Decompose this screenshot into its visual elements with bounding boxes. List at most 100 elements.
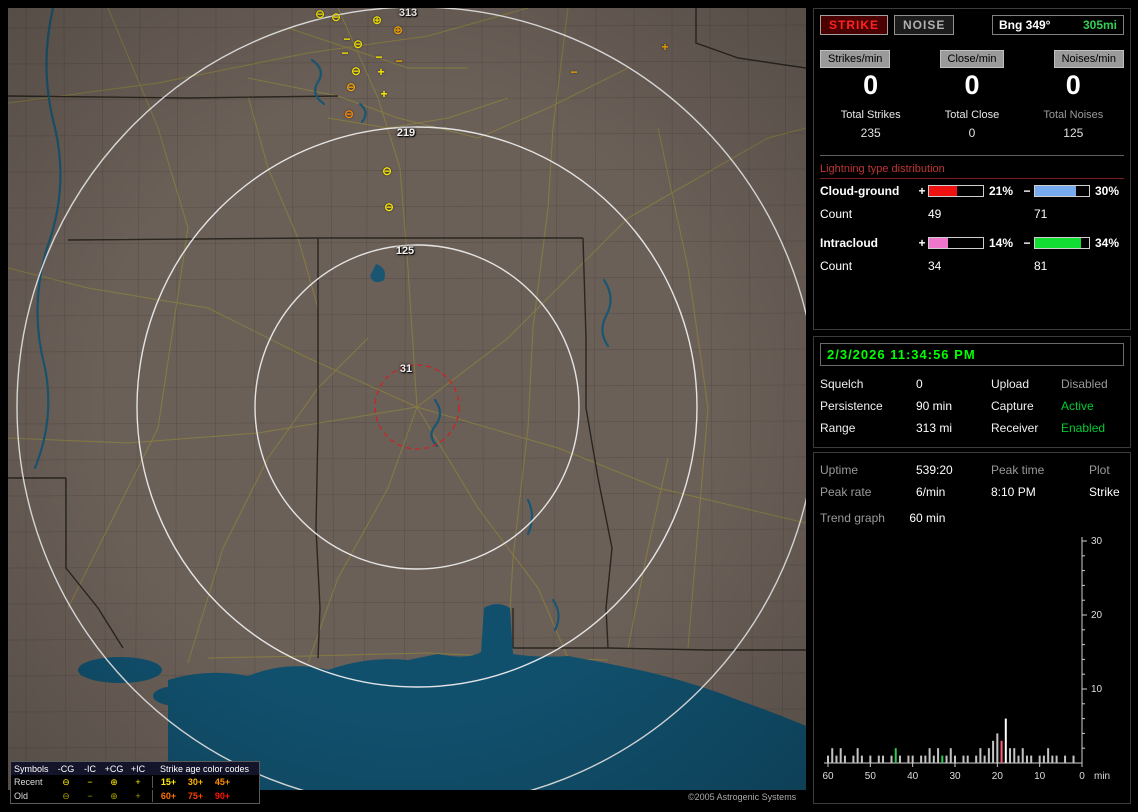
ic-pos-pct: 14% xyxy=(989,236,1014,250)
noises-per-min-value: 0 xyxy=(1065,70,1081,100)
strike-symbol-icon: ⊖ xyxy=(330,10,342,24)
map-canvas[interactable]: 313 219 125 31 ⊖ ⊖ ⊕ ⊕ − ⊖ − − − ⊖ + ⊖ + ⊖ − + ⊖ ⊖ xyxy=(8,8,806,790)
range-ring-label: 313 xyxy=(398,8,418,19)
x-tick-label: 20 xyxy=(992,771,1004,782)
plus-sign: + xyxy=(918,236,926,250)
trend-bar xyxy=(920,755,923,763)
trend-bar xyxy=(1055,755,1058,763)
y-tick-label: 20 xyxy=(1091,610,1103,621)
intracloud-count-row: Count 34 81 xyxy=(820,255,1124,277)
age-code: 15+ xyxy=(160,777,177,787)
strike-symbol-icon: − xyxy=(395,54,403,68)
trend-bar xyxy=(839,748,842,763)
trend-bar xyxy=(1004,718,1007,763)
trend-bar xyxy=(941,755,944,763)
ic-neg-pct: 34% xyxy=(1095,236,1120,250)
cg-pos-count: 49 xyxy=(928,207,942,221)
strikes-per-min-button[interactable]: Strikes/min xyxy=(820,50,891,68)
plus-sign: + xyxy=(918,184,926,198)
ic-pos-icon: + xyxy=(135,791,141,801)
receiver-label: Receiver xyxy=(991,421,1039,435)
cg-neg-count: 71 xyxy=(1034,207,1048,221)
y-tick-label: 30 xyxy=(1091,536,1103,547)
legend-col-cg-neg: -CG xyxy=(57,763,75,774)
upload-value: Disabled xyxy=(1061,377,1108,391)
total-strikes-label: Total Strikes xyxy=(840,109,901,121)
strike-symbol-icon: ⊕ xyxy=(392,23,404,37)
age-code: 30+ xyxy=(187,777,204,787)
strike-symbol-icon: + xyxy=(377,65,385,79)
trend-bar xyxy=(898,755,901,763)
trend-bar xyxy=(962,755,965,763)
close-per-min-button[interactable]: Close/min xyxy=(939,50,1005,68)
strike-symbol-icon: − xyxy=(343,32,351,46)
trend-bar xyxy=(907,755,910,763)
datetime-display: 2/3/2026 11:34:56 PM xyxy=(820,343,1124,366)
total-close-value: 0 xyxy=(968,126,976,140)
cg-pos-icon: ⊕ xyxy=(110,776,118,787)
cg-pos-pct: 21% xyxy=(989,184,1014,198)
trend-bar xyxy=(928,748,931,763)
map-svg xyxy=(8,8,806,790)
noise-button[interactable]: NOISE xyxy=(894,15,955,35)
minus-sign: − xyxy=(1023,236,1031,250)
range-ring-label: 219 xyxy=(396,127,416,139)
trend-bar xyxy=(860,755,863,763)
trend-bar xyxy=(835,755,838,763)
x-axis-unit: min xyxy=(1094,771,1110,782)
ic-neg-icon: − xyxy=(87,791,93,801)
trend-chart: 10 20 30 60 50 40 30 20 10 0 min xyxy=(822,536,1110,782)
trend-bar xyxy=(843,755,846,763)
squelch-value: 0 xyxy=(916,377,923,391)
ic-pos-count: 34 xyxy=(928,259,942,273)
trend-bar xyxy=(827,755,829,763)
trend-bar xyxy=(890,755,893,763)
strike-button[interactable]: STRIKE xyxy=(820,15,889,35)
cg-neg-icon: ⊖ xyxy=(62,790,70,801)
legend: Symbols -CG -IC +CG +IC Strike age color… xyxy=(10,761,260,804)
ic-neg-icon: − xyxy=(87,777,93,787)
trend-bar xyxy=(1072,755,1075,763)
uptime-label: Uptime xyxy=(820,463,859,477)
trend-bar xyxy=(852,755,855,763)
trend-bar xyxy=(992,740,995,763)
x-tick-label: 40 xyxy=(907,771,919,782)
cg-pos-bar xyxy=(928,185,984,197)
peaktime-label: Peak time xyxy=(991,463,1045,477)
cloud-ground-row: Cloud-ground + 21% − 30% xyxy=(820,179,1124,203)
strike-symbol-icon: ⊖ xyxy=(383,200,395,214)
legend-col-ic-pos: +IC xyxy=(130,763,146,774)
trend-bar xyxy=(877,755,880,763)
upload-label: Upload xyxy=(991,377,1030,391)
trend-bar xyxy=(1000,740,1003,763)
peaktime-value: 8:10 PM xyxy=(991,485,1036,499)
total-noises-label: Total Noises xyxy=(1043,109,1104,121)
uptime-value: 539:20 xyxy=(916,463,953,477)
ic-neg-count: 81 xyxy=(1034,259,1048,273)
legend-col-cg-pos: +CG xyxy=(104,763,124,774)
peakrate-label: Peak rate xyxy=(820,485,872,499)
age-code: 75+ xyxy=(187,791,204,801)
range-value: 313 mi xyxy=(916,421,953,435)
cg-neg-pct: 30% xyxy=(1095,184,1120,198)
trend-bar xyxy=(894,748,897,763)
total-noises-value: 125 xyxy=(1063,126,1084,140)
legend-divider xyxy=(152,776,153,788)
strike-symbol-icon: ⊖ xyxy=(350,64,362,78)
copyright: ©2005 Astrogenic Systems xyxy=(688,792,797,802)
trend-graph-label: Trend graph xyxy=(820,511,885,525)
trend-bar xyxy=(882,755,885,763)
noises-per-min-button[interactable]: Noises/min xyxy=(1053,50,1124,68)
strike-symbol-icon: ⊖ xyxy=(314,8,326,21)
age-code: 90+ xyxy=(214,791,231,801)
cloud-ground-count-row: Count 49 71 xyxy=(820,203,1124,225)
bearing-label: Bng 349° xyxy=(999,18,1051,32)
x-tick-label: 60 xyxy=(822,771,834,782)
legend-col-ic-neg: -IC xyxy=(84,763,96,774)
intracloud-row: Intracloud + 14% − 34% xyxy=(820,231,1124,255)
minus-sign: − xyxy=(1023,184,1031,198)
trend-bar xyxy=(856,748,859,763)
persistence-value: 90 min xyxy=(916,399,953,413)
trend-bar xyxy=(1017,755,1020,763)
capture-label: Capture xyxy=(991,399,1034,413)
